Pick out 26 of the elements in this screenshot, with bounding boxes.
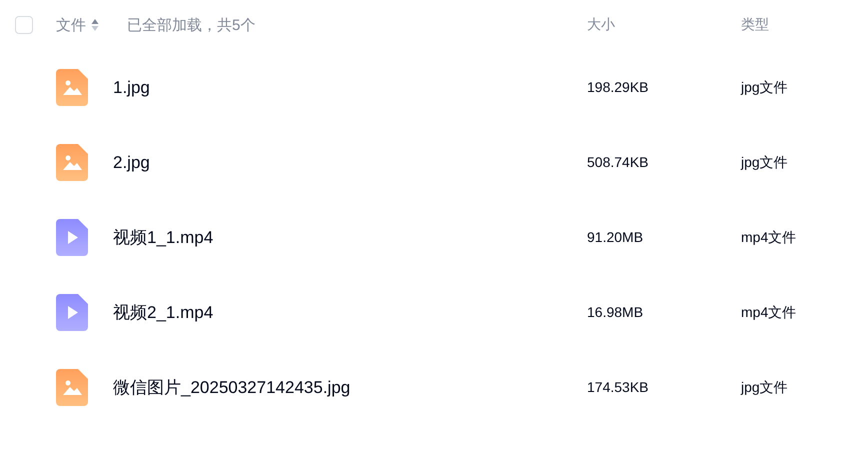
name-column-header[interactable]: 文件: [56, 16, 86, 34]
file-size: 174.53KB: [587, 378, 648, 394]
file-name[interactable]: 1.jpg: [113, 78, 150, 96]
file-size: 91.20MB: [587, 228, 644, 244]
file-type: mp4文件: [741, 304, 796, 320]
image-file-icon: [56, 369, 88, 406]
file-name[interactable]: 视频2_1.mp4: [113, 303, 214, 322]
file-type: jpg文件: [741, 154, 788, 170]
size-column-header: 大小: [587, 16, 615, 32]
file-type: mp4文件: [741, 228, 796, 244]
select-all-checkbox[interactable]: [15, 16, 33, 34]
image-file-icon: [56, 144, 88, 181]
file-size: 16.98MB: [587, 304, 644, 320]
file-name[interactable]: 视频1_1.mp4: [113, 228, 214, 247]
video-file-icon: [56, 294, 88, 331]
file-name[interactable]: 2.jpg: [113, 152, 150, 172]
file-size: 198.29KB: [587, 78, 648, 94]
file-type: jpg文件: [741, 378, 788, 394]
file-type: jpg文件: [741, 78, 788, 94]
type-column-header: 类型: [741, 16, 769, 32]
file-size: 508.74KB: [587, 154, 648, 170]
file-name[interactable]: 微信图片_20250327142435.jpg: [113, 378, 350, 397]
load-status: 已全部加载，共5个: [127, 16, 256, 34]
image-file-icon: [56, 69, 88, 106]
sort-icon[interactable]: [91, 18, 99, 32]
video-file-icon: [56, 219, 88, 256]
